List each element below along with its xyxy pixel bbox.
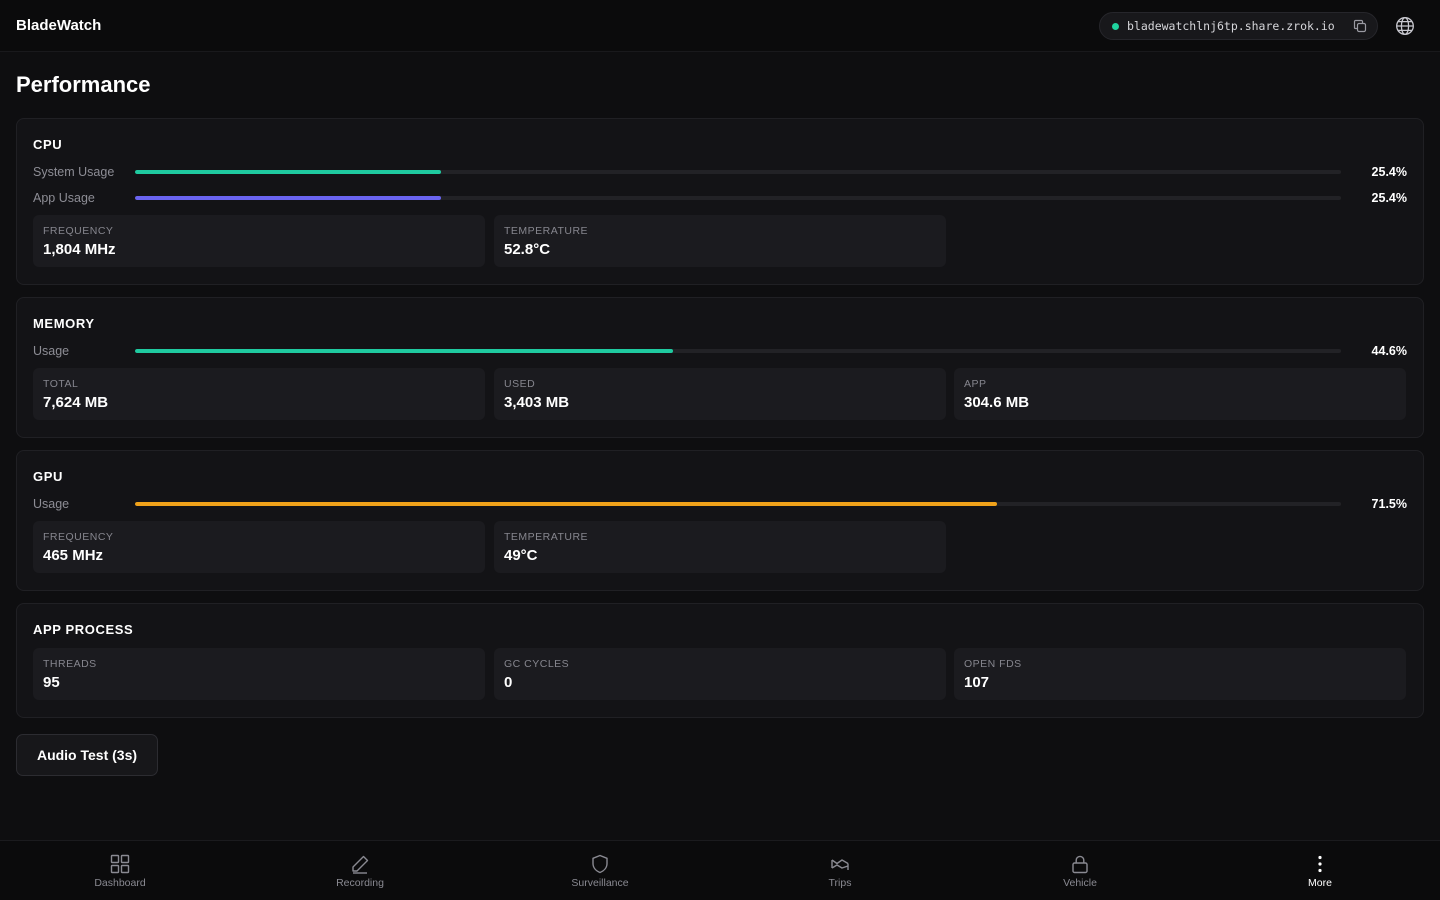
memory-app-stat: APP 304.6 MB <box>954 368 1406 420</box>
cpu-temperature-value: 52.8°C <box>504 241 551 258</box>
threads-stat: THREADS 95 <box>33 648 485 700</box>
cpu-frequency-stat: FREQUENCY 1,804 MHz <box>33 215 485 267</box>
gpu-usage-track <box>135 502 1341 506</box>
pen-icon <box>349 853 371 875</box>
gpu-usage-label: Usage <box>33 497 70 511</box>
globe-icon[interactable] <box>1395 16 1415 36</box>
gpu-usage-value: 71.5% <box>1371 497 1407 511</box>
cpu-app-usage-row: App Usage 25.4% <box>33 190 1407 206</box>
cpu-system-usage-label: System Usage <box>33 165 115 179</box>
cpu-temperature-label: TEMPERATURE <box>504 225 589 237</box>
memory-used-value: 3,403 MB <box>504 394 570 411</box>
cpu-title: CPU <box>33 137 63 152</box>
gpu-usage-row: Usage 71.5% <box>33 496 1407 512</box>
nav-label-recording: Recording <box>336 877 384 889</box>
gc-cycles-stat: GC CYCLES 0 <box>494 648 946 700</box>
shield-icon <box>589 853 611 875</box>
cpu-system-usage-fill <box>135 170 442 174</box>
map-icon <box>829 853 851 875</box>
memory-usage-label: Usage <box>33 344 70 358</box>
nav-item-surveillance[interactable]: Surveillance <box>480 841 720 900</box>
cpu-system-usage-value: 25.4% <box>1371 165 1407 179</box>
gpu-usage-fill <box>135 502 998 506</box>
audio-test-button[interactable]: Audio Test (3s) <box>16 734 158 776</box>
nav-item-dashboard[interactable]: Dashboard <box>0 841 240 900</box>
gpu-temperature-label: TEMPERATURE <box>504 531 589 543</box>
share-url-pill[interactable]: bladewatchlnj6tp.share.zrok.io <box>1099 12 1378 40</box>
gc-cycles-value: 0 <box>504 674 513 691</box>
memory-usage-value: 44.6% <box>1371 344 1407 358</box>
nav-item-recording[interactable]: Recording <box>240 841 480 900</box>
open-fds-label: OPEN FDS <box>964 658 1022 670</box>
memory-usage-fill <box>135 349 673 353</box>
memory-app-value: 304.6 MB <box>964 394 1030 411</box>
cpu-app-usage-label: App Usage <box>33 191 95 205</box>
nav-label-more: More <box>1308 877 1332 889</box>
status-dot <box>1112 22 1119 30</box>
cpu-frequency-label: FREQUENCY <box>43 225 114 237</box>
threads-value: 95 <box>43 674 60 691</box>
nav-label-vehicle: Vehicle <box>1063 877 1097 889</box>
memory-title: MEMORY <box>33 316 95 331</box>
gpu-frequency-value: 465 MHz <box>43 547 104 564</box>
memory-card: MEMORY Usage 44.6% TOTAL 7,624 MB USED 3… <box>16 297 1424 438</box>
app-process-card: APP PROCESS THREADS 95 GC CYCLES 0 OPEN … <box>16 603 1424 718</box>
cpu-app-usage-fill <box>135 196 442 200</box>
lock-icon <box>1069 853 1091 875</box>
memory-total-value: 7,624 MB <box>43 394 109 411</box>
cpu-system-usage-track <box>135 170 1341 174</box>
nav-item-vehicle[interactable]: Vehicle <box>960 841 1200 900</box>
memory-usage-row: Usage 44.6% <box>33 343 1407 359</box>
page-title: Performance <box>16 72 151 97</box>
memory-total-stat: TOTAL 7,624 MB <box>33 368 485 420</box>
gpu-card: GPU Usage 71.5% FREQUENCY 465 MHz TEMPER… <box>16 450 1424 591</box>
more-vertical-icon <box>1309 853 1331 875</box>
gpu-temperature-stat: TEMPERATURE 49°C <box>494 521 946 573</box>
memory-used-stat: USED 3,403 MB <box>494 368 946 420</box>
share-url: bladewatchlnj6tp.share.zrok.io <box>1127 19 1335 33</box>
gpu-frequency-label: FREQUENCY <box>43 531 114 543</box>
cpu-card: CPU System Usage 25.4% App Usage 25.4% F… <box>16 118 1424 285</box>
app-process-title: APP PROCESS <box>33 622 134 637</box>
threads-label: THREADS <box>43 658 97 670</box>
open-fds-stat: OPEN FDS 107 <box>954 648 1406 700</box>
nav-label-trips: Trips <box>828 877 852 889</box>
nav-label-dashboard: Dashboard <box>94 877 146 889</box>
memory-app-label: APP <box>964 378 987 390</box>
memory-usage-track <box>135 349 1341 353</box>
cpu-system-usage-row: System Usage 25.4% <box>33 164 1407 180</box>
memory-used-label: USED <box>504 378 536 390</box>
gpu-temperature-value: 49°C <box>504 547 538 564</box>
nav-item-trips[interactable]: Trips <box>720 841 960 900</box>
cpu-app-usage-track <box>135 196 1341 200</box>
grid-icon <box>109 853 131 875</box>
cpu-temperature-stat: TEMPERATURE 52.8°C <box>494 215 946 267</box>
open-fds-value: 107 <box>964 674 990 691</box>
gpu-title: GPU <box>33 469 63 484</box>
copy-icon[interactable] <box>1353 19 1367 33</box>
gpu-frequency-stat: FREQUENCY 465 MHz <box>33 521 485 573</box>
memory-total-label: TOTAL <box>43 378 79 390</box>
nav-label-surveillance: Surveillance <box>571 877 629 889</box>
bottom-nav: Dashboard Recording Surveillance Trips V… <box>0 840 1440 900</box>
cpu-frequency-value: 1,804 MHz <box>43 241 116 258</box>
app-title: BladeWatch <box>16 17 102 34</box>
gc-cycles-label: GC CYCLES <box>504 658 570 670</box>
cpu-app-usage-value: 25.4% <box>1371 191 1407 205</box>
nav-item-more[interactable]: More <box>1200 841 1440 900</box>
